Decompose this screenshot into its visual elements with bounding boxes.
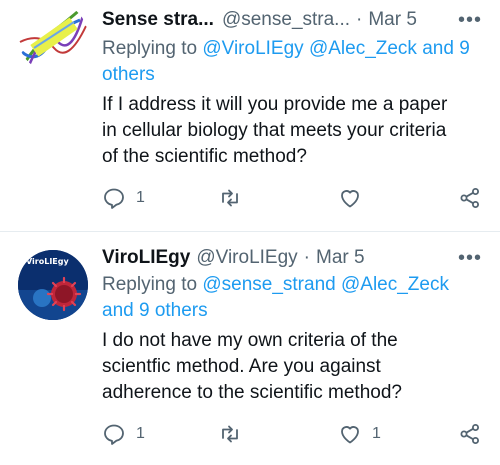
tweet-actions: 1 1 <box>102 422 482 452</box>
replying-to: Replying to @sense_strand @Alec_Zeck and… <box>102 272 482 324</box>
like-button[interactable] <box>338 186 372 210</box>
share-icon <box>460 424 479 444</box>
tweet-date[interactable]: Mar 5 <box>368 8 417 32</box>
replying-to-others-link[interactable]: and 9 others <box>102 300 208 321</box>
replying-to-label: Replying to <box>102 274 203 295</box>
heart-icon <box>341 426 359 444</box>
separator: · <box>356 9 363 30</box>
tweet-actions: 1 <box>102 186 482 216</box>
avatar[interactable]: ViroLIEgy <box>18 250 88 320</box>
tweet[interactable]: Sense stra... @sense_stra... · Mar 5 •••… <box>0 0 500 232</box>
tweet-text-line: I do not have my own criteria of the <box>102 330 398 351</box>
retweet-icon <box>222 425 238 443</box>
more-options-icon[interactable]: ••• <box>458 8 482 32</box>
replying-to-others-link[interactable]: and 9 <box>417 38 470 59</box>
replying-to: Replying to @ViroLIEgy @Alec_Zeck and 9 … <box>102 36 482 88</box>
reply-count: 1 <box>136 425 145 442</box>
reply-icon <box>104 188 124 209</box>
avatar[interactable] <box>18 2 88 72</box>
replying-to-others-link-cont[interactable]: others <box>102 64 155 85</box>
tweet-text-line: If I address it will you provide me a pa… <box>102 94 448 115</box>
rainbow-dna-icon <box>18 2 88 72</box>
tweet[interactable]: ViroLIEgy ViroLIEgy @ViroLIEgy · Mar 5 •… <box>0 232 500 465</box>
tweet-text: I do not have my own criteria of the sci… <box>102 328 482 406</box>
separator: · <box>303 247 310 268</box>
tweet-header: ViroLIEgy @ViroLIEgy · Mar 5 ••• <box>102 246 482 270</box>
user-handle[interactable]: @sense_stra... <box>222 8 350 32</box>
like-count: 1 <box>372 425 381 442</box>
reply-button[interactable]: 1 <box>102 186 145 210</box>
like-button[interactable]: 1 <box>338 422 381 446</box>
tweet-text-line: scientfic method. Are you against <box>102 356 381 377</box>
virus-icon: ViroLIEgy <box>18 250 88 320</box>
share-button[interactable] <box>458 422 482 446</box>
tweet-text: If I address it will you provide me a pa… <box>102 92 482 170</box>
reply-icon <box>104 424 124 445</box>
replying-to-label: Replying to <box>102 38 203 59</box>
reply-count: 1 <box>136 189 145 206</box>
heart-icon <box>341 190 359 208</box>
tweet-header: Sense stra... @sense_stra... · Mar 5 ••• <box>102 8 482 32</box>
tweet-text-line: adherence to the scientific method? <box>102 382 402 403</box>
replying-to-users-link[interactable]: @ViroLIEgy @Alec_Zeck <box>202 38 417 59</box>
reply-button[interactable]: 1 <box>102 422 145 446</box>
retweet-button[interactable] <box>218 422 252 446</box>
retweet-button[interactable] <box>218 186 252 210</box>
display-name[interactable]: ViroLIEgy <box>102 246 190 270</box>
avatar-label: ViroLIEgy <box>26 257 70 266</box>
share-button[interactable] <box>458 186 482 210</box>
tweet-text-line: in cellular biology that meets your crit… <box>102 120 447 141</box>
share-icon <box>460 188 479 208</box>
user-handle[interactable]: @ViroLIEgy <box>196 246 297 270</box>
display-name[interactable]: Sense stra... <box>102 8 214 32</box>
replying-to-users-link[interactable]: @sense_strand @Alec_Zeck <box>202 274 449 295</box>
tweet-date[interactable]: Mar 5 <box>316 246 365 270</box>
more-options-icon[interactable]: ••• <box>458 246 482 270</box>
tweet-text-line: of the scientific method? <box>102 146 307 167</box>
retweet-icon <box>222 189 238 207</box>
